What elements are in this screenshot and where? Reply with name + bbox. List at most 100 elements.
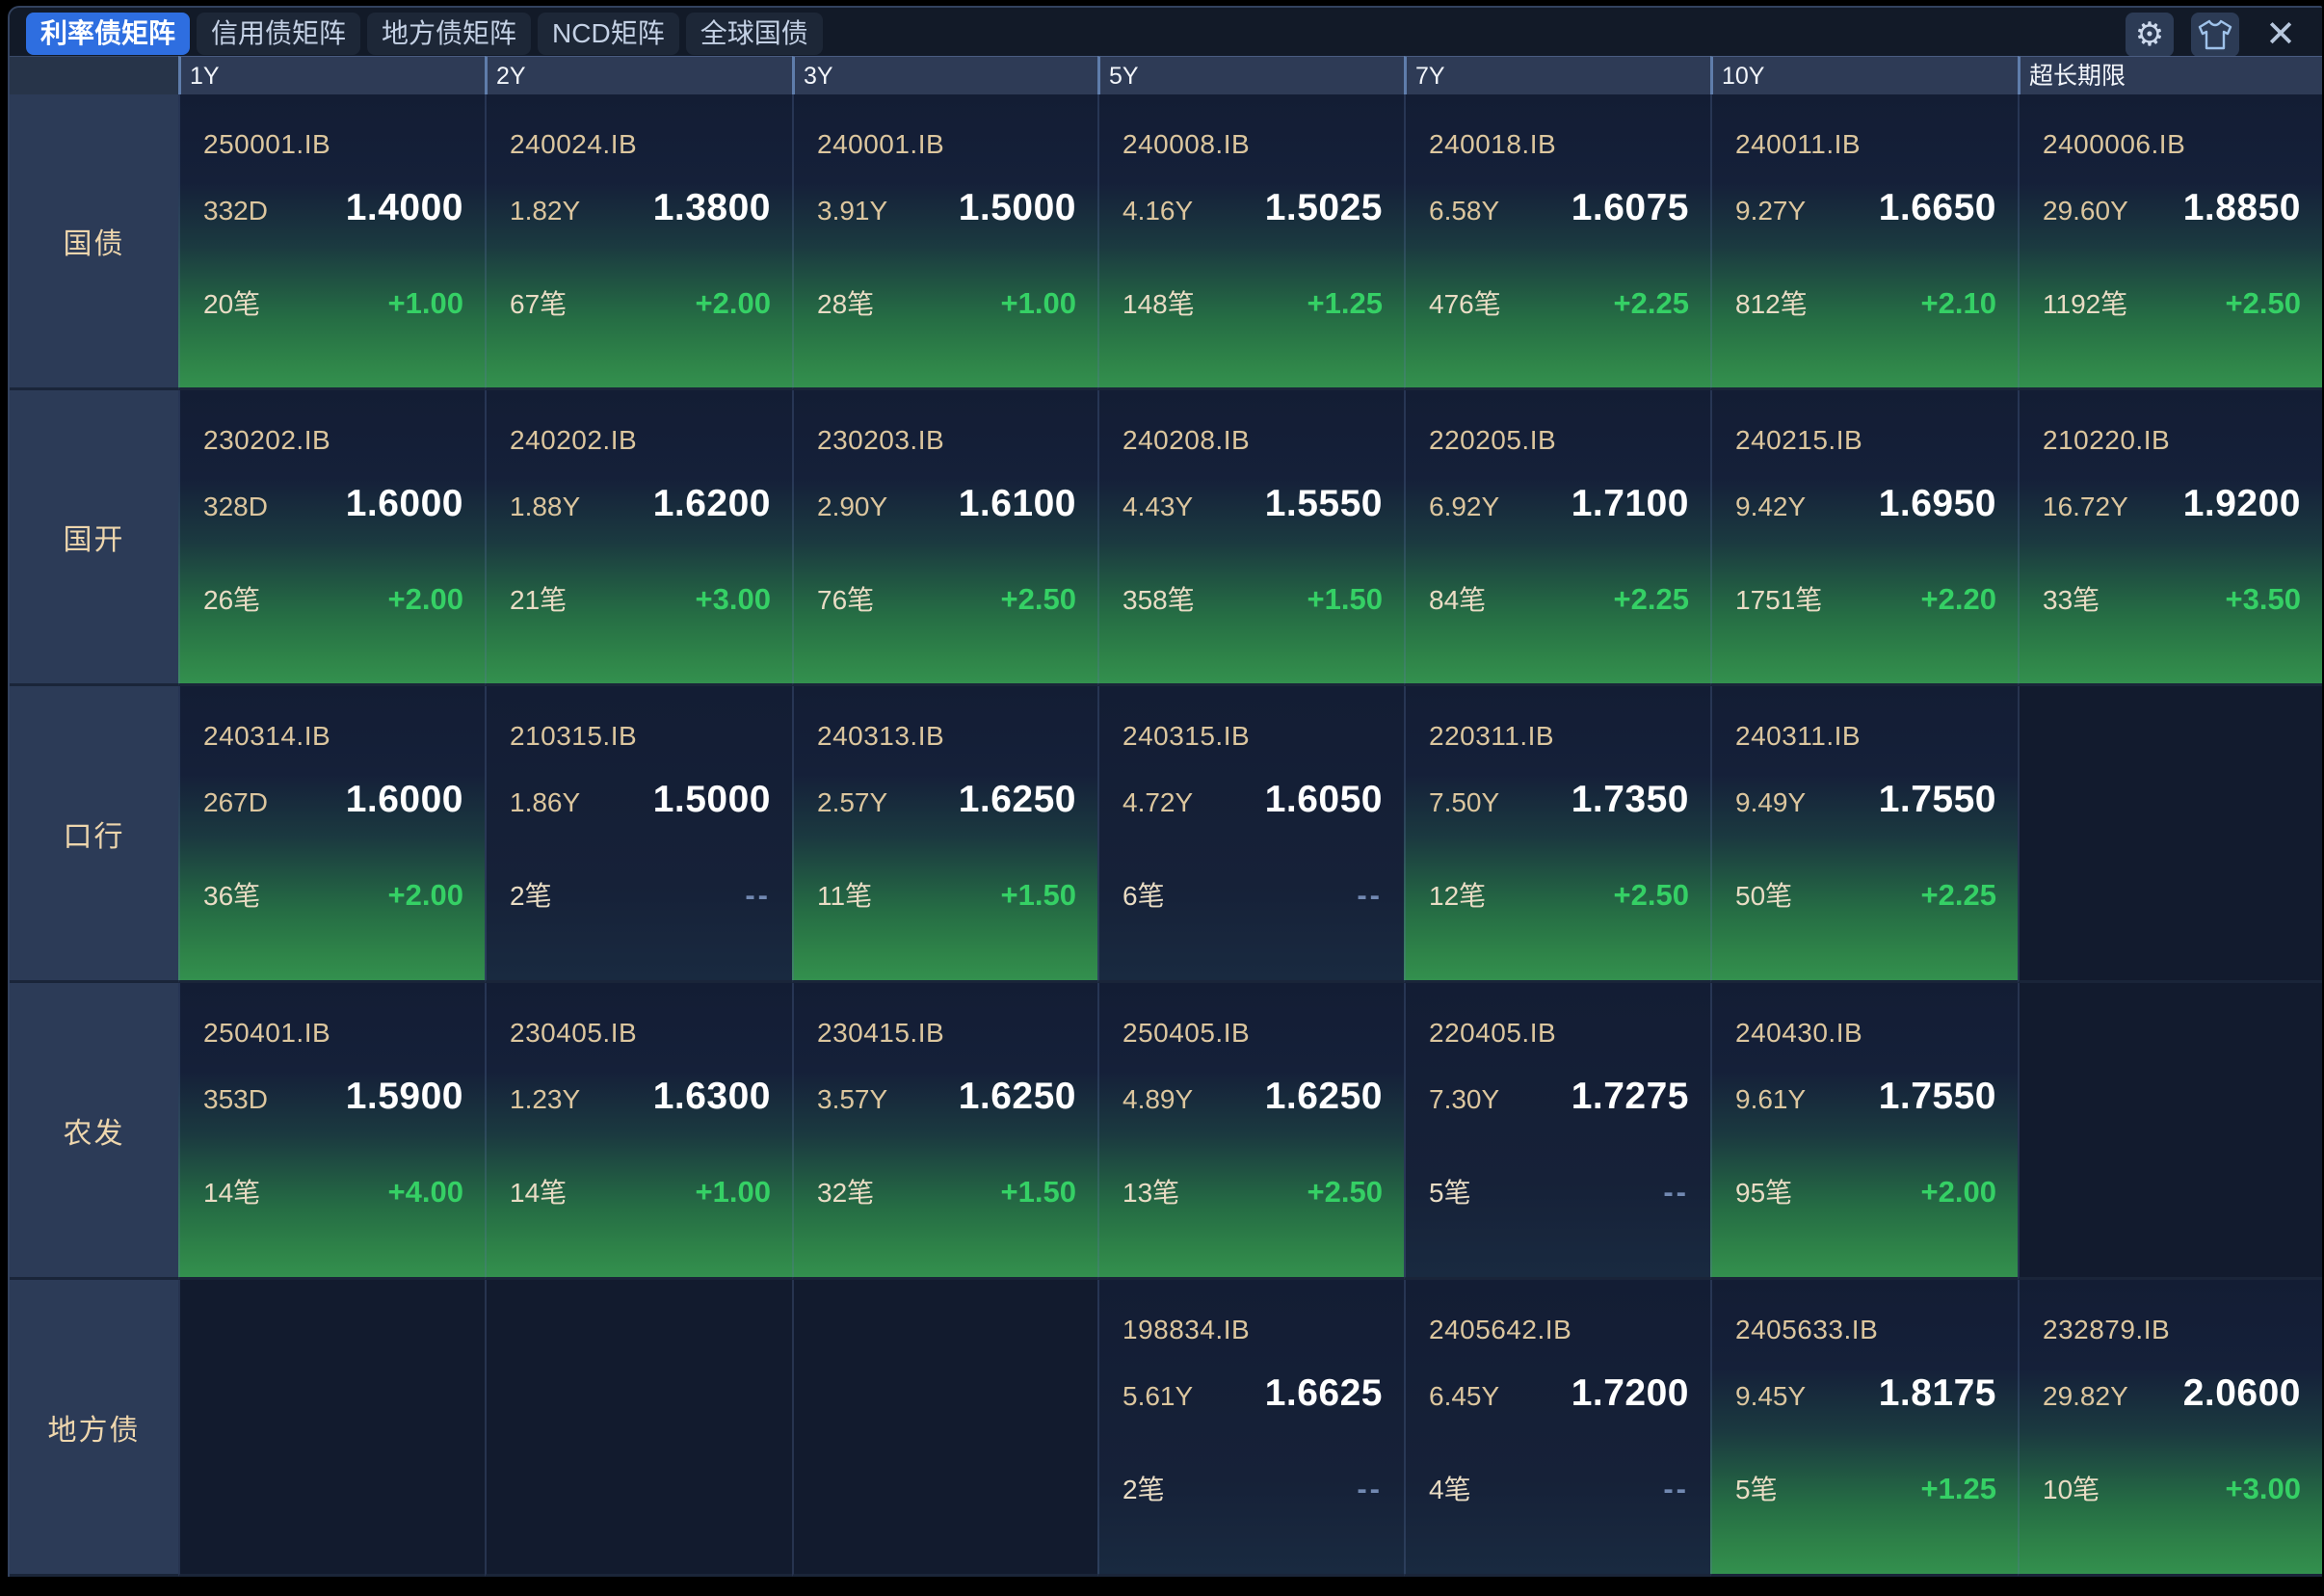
bond-cell[interactable]: 210315.IB1.86Y1.50002笔-- [485,686,792,983]
bond-cell[interactable]: 240001.IB3.91Y1.500028笔+1.00 [792,94,1097,390]
bond-cell-empty [2018,983,2322,1280]
row-header-农发: 农发 [10,983,178,1280]
yield-change: -- [1663,1472,1689,1506]
bond-yield: 1.6100 [959,483,1076,525]
bond-cell[interactable]: 250401.IB353D1.590014笔+4.00 [178,983,485,1280]
trade-line: 21笔+3.00 [510,579,771,618]
bond-tenor: 7.50Y [1429,787,1499,818]
bond-cell[interactable]: 240008.IB4.16Y1.5025148笔+1.25 [1097,94,1404,390]
trade-line: 5笔+1.25 [1735,1469,1996,1507]
yield-change: +2.00 [1921,1175,1996,1210]
tab-信用债矩阵[interactable]: 信用债矩阵 [197,13,360,55]
bond-code: 240314.IB [203,721,330,752]
bond-code: 220205.IB [1429,425,1556,456]
bond-cell[interactable]: 230202.IB328D1.600026笔+2.00 [178,390,485,686]
bond-code: 250401.IB [203,1018,330,1049]
yield-line: 3.91Y1.5000 [817,187,1076,229]
bond-tenor: 9.42Y [1735,492,1806,522]
bond-tenor: 29.60Y [2043,196,2128,226]
bond-cell[interactable]: 240202.IB1.88Y1.620021笔+3.00 [485,390,792,686]
bond-yield: 1.4000 [346,187,463,229]
row-header-国开: 国开 [10,390,178,686]
yield-change: +2.20 [1921,582,1996,617]
bond-cell[interactable]: 240208.IB4.43Y1.5550358笔+1.50 [1097,390,1404,686]
column-header-10Y: 10Y [1710,56,2018,94]
bond-tenor: 2.90Y [817,492,887,522]
bond-yield: 1.6050 [1265,779,1383,821]
bond-cell[interactable]: 198834.IB5.61Y1.66252笔-- [1097,1280,1404,1577]
bond-cell[interactable]: 240313.IB2.57Y1.625011笔+1.50 [792,686,1097,983]
bond-cell[interactable]: 250405.IB4.89Y1.625013笔+2.50 [1097,983,1404,1280]
trade-line: 26笔+2.00 [203,579,463,618]
yield-change: +2.50 [2226,286,2301,321]
bond-tenor: 29.82Y [2043,1381,2128,1412]
tab-NCD矩阵[interactable]: NCD矩阵 [538,13,679,55]
bond-cell[interactable]: 240315.IB4.72Y1.60506笔-- [1097,686,1404,983]
trade-count: 32笔 [817,1172,874,1210]
yield-change: +2.00 [388,582,463,617]
trade-line: 76笔+2.50 [817,579,1076,618]
bond-cell[interactable]: 230203.IB 2.90Y 1.6100 76笔+2.50 [792,390,1097,686]
bond-cell[interactable]: 240024.IB1.82Y1.380067笔+2.00 [485,94,792,390]
bond-tenor: 9.61Y [1735,1084,1806,1115]
yield-line: 328D1.6000 [203,483,463,525]
theme-button[interactable] [2191,13,2239,57]
yield-line: 267D1.6000 [203,779,463,821]
settings-button[interactable]: ⚙ [2126,13,2174,57]
bond-cell[interactable]: 232879.IB29.82Y2.060010笔+3.00 [2018,1280,2322,1577]
bond-cell[interactable]: 240215.IB9.42Y1.69501751笔+2.20 [1710,390,2018,686]
bond-cell[interactable]: 230415.IB3.57Y1.625032笔+1.50 [792,983,1097,1280]
tab-bar: 利率债矩阵信用债矩阵地方债矩阵NCD矩阵全球国债 ⚙ ✕ [10,8,2322,56]
bond-tenor: 16.72Y [2043,492,2128,522]
bond-yield: 1.6250 [959,1076,1076,1118]
matrix-corner-cell [10,56,178,94]
bond-cell[interactable]: 220405.IB7.30Y1.72755笔-- [1404,983,1710,1280]
bond-code: 2405642.IB [1429,1315,1571,1345]
bond-cell[interactable]: 2405633.IB9.45Y1.81755笔+1.25 [1710,1280,2018,1577]
trade-line: 14笔+4.00 [203,1172,463,1210]
bond-code: 230203.IB [817,425,944,456]
bond-cell[interactable]: 240011.IB9.27Y1.6650812笔+2.10 [1710,94,2018,390]
bond-tenor: 5.61Y [1122,1381,1193,1412]
bond-cell[interactable]: 230405.IB1.23Y1.630014笔+1.00 [485,983,792,1280]
trade-count: 12笔 [1429,875,1486,914]
bond-cell[interactable]: 210220.IB16.72Y1.920033笔+3.50 [2018,390,2322,686]
tshirt-icon [2198,19,2232,50]
close-button[interactable]: ✕ [2257,13,2305,57]
bond-cell[interactable]: 250001.IB332D1.400020笔+1.00 [178,94,485,390]
bond-cell[interactable]: 240314.IB 267D1.6000 36笔+2.00 [178,686,485,983]
bond-cell[interactable]: 220205.IB6.92Y1.710084笔+2.25 [1404,390,1710,686]
bond-code: 240215.IB [1735,425,1862,456]
trade-line: 10笔+3.00 [2043,1469,2301,1507]
bond-cell-empty [2018,686,2322,983]
yield-line: 332D1.4000 [203,187,463,229]
bond-cell[interactable]: 2405642.IB6.45Y1.72004笔-- [1404,1280,1710,1577]
window-controls: ⚙ ✕ [2126,13,2305,57]
tab-利率债矩阵[interactable]: 利率债矩阵 [26,13,190,55]
trade-line: 12笔+2.50 [1429,875,1689,914]
yield-line: 9.45Y1.8175 [1735,1372,1996,1415]
yield-change: -- [1663,1175,1689,1210]
column-header-超长期限: 超长期限 [2018,56,2322,94]
bond-cell[interactable]: 240311.IB9.49Y1.755050笔+2.25 [1710,686,2018,983]
bond-cell[interactable]: 220311.IB7.50Y1.735012笔+2.50 [1404,686,1710,983]
tab-地方债矩阵[interactable]: 地方债矩阵 [367,13,531,55]
trade-line: 476笔+2.25 [1429,283,1689,322]
trade-count: 1192笔 [2043,283,2127,322]
yield-line: 9.49Y1.7550 [1735,779,1996,821]
bond-tenor: 4.72Y [1122,787,1193,818]
column-header-7Y: 7Y [1404,56,1710,94]
bond-cell[interactable]: 240430.IB9.61Y1.755095笔+2.00 [1710,983,2018,1280]
bond-cell[interactable]: 240018.IB6.58Y1.6075476笔+2.25 [1404,94,1710,390]
bond-cell-empty [485,1280,792,1577]
bond-code: 232879.IB [2043,1315,2170,1345]
bond-code: 240008.IB [1122,129,1250,160]
tab-全球国债[interactable]: 全球国债 [686,13,823,55]
trade-line: 36笔+2.00 [203,875,463,914]
bond-yield: 1.7550 [1879,1076,1996,1118]
bond-cell[interactable]: 2400006.IB29.60Y1.88501192笔+2.50 [2018,94,2322,390]
bond-yield: 1.7275 [1571,1076,1689,1118]
yield-change: +2.25 [1614,582,1689,617]
bond-yield: 1.9200 [2183,483,2301,525]
yield-change: +2.25 [1614,286,1689,321]
